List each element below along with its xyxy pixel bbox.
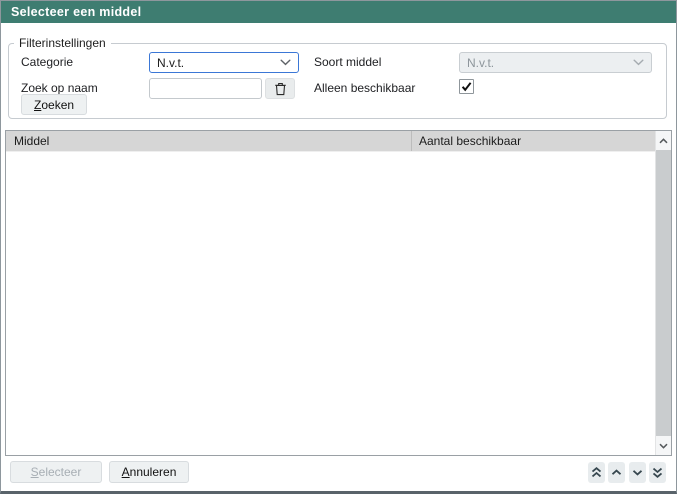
- move-up-button[interactable]: [608, 462, 625, 483]
- chevron-down-icon: [659, 443, 668, 449]
- alleen-beschikbaar-label: Alleen beschikbaar: [314, 81, 415, 96]
- chevron-down-icon: [280, 59, 291, 66]
- soort-middel-select-value: N.v.t.: [467, 56, 494, 70]
- move-down-button[interactable]: [629, 462, 646, 483]
- soort-middel-label: Soort middel: [314, 55, 381, 70]
- table-header-row: Middel Aantal beschikbaar: [6, 131, 655, 152]
- move-to-top-button[interactable]: [588, 462, 605, 483]
- scrollbar-down-button[interactable]: [656, 436, 671, 455]
- zoeken-button[interactable]: Zoeken: [21, 94, 87, 115]
- clear-search-button[interactable]: [265, 78, 295, 99]
- trash-icon: [274, 82, 287, 96]
- filter-legend: Filterinstellingen: [14, 36, 111, 50]
- table-body: [6, 153, 655, 455]
- zoek-op-naam-input[interactable]: [149, 78, 262, 99]
- categorie-select-value: N.v.t.: [157, 56, 184, 70]
- soort-middel-select: N.v.t.: [459, 52, 652, 73]
- vertical-scrollbar[interactable]: [655, 131, 671, 455]
- double-chevron-down-icon: [652, 467, 663, 478]
- move-to-bottom-button[interactable]: [649, 462, 666, 483]
- dialog-title: Selecteer een middel: [11, 5, 141, 19]
- dialog-window: Selecteer een middel Filterinstellingen …: [0, 0, 677, 494]
- chevron-down-icon: [633, 59, 644, 66]
- scrollbar-up-button[interactable]: [656, 131, 671, 150]
- checkmark-icon: [461, 81, 472, 92]
- categorie-select[interactable]: N.v.t.: [149, 52, 299, 73]
- zoeken-button-label: Zoeken: [34, 98, 74, 112]
- double-chevron-up-icon: [591, 467, 602, 478]
- chevron-up-icon: [611, 469, 622, 476]
- filter-fieldset: Filterinstellingen Categorie N.v.t. Soor…: [8, 43, 667, 119]
- scrollbar-thumb[interactable]: [656, 150, 671, 436]
- dialog-titlebar: Selecteer een middel: [1, 1, 676, 23]
- alleen-beschikbaar-checkbox[interactable]: [459, 79, 474, 94]
- chevron-down-icon: [632, 469, 643, 476]
- annuleren-button[interactable]: Annuleren: [109, 461, 189, 483]
- chevron-up-icon: [659, 138, 668, 144]
- categorie-label: Categorie: [21, 55, 73, 70]
- results-table: Middel Aantal beschikbaar: [5, 130, 672, 456]
- column-header-aantal-beschikbaar[interactable]: Aantal beschikbaar: [412, 131, 655, 151]
- selecteer-button-label: Selecteer: [31, 465, 82, 479]
- selecteer-button[interactable]: Selecteer: [10, 461, 102, 483]
- column-header-middel[interactable]: Middel: [6, 131, 411, 151]
- annuleren-button-label: Annuleren: [122, 465, 177, 479]
